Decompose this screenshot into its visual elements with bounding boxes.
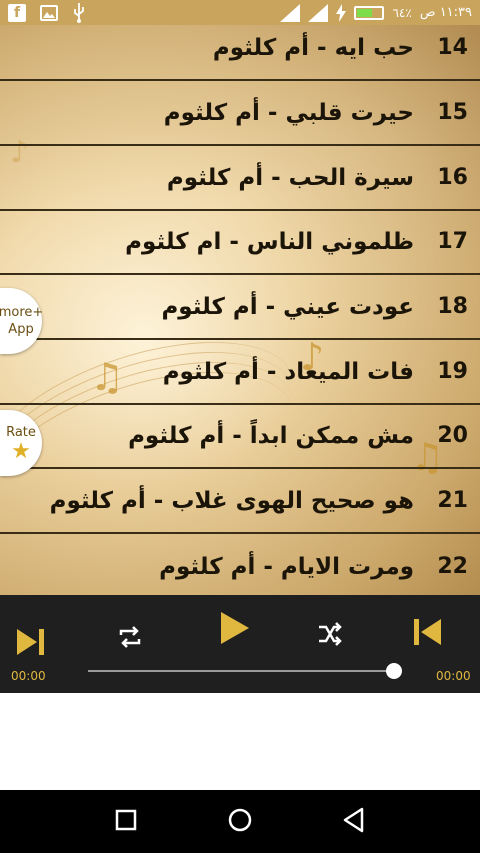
battery-percent: ٦٤٪	[392, 5, 412, 20]
skip-previous-icon	[414, 619, 441, 645]
shuffle-icon	[319, 622, 342, 646]
more-apps-label-line2: App	[8, 322, 34, 337]
song-number: 19	[437, 359, 468, 384]
skip-previous-button[interactable]	[408, 612, 448, 652]
repeat-icon	[119, 626, 141, 648]
home-button[interactable]	[227, 807, 253, 837]
song-list: ♫ ♪ ♪ ♫ حب ايه - أم كلثوم 14 حيرت قلبي -…	[0, 25, 480, 595]
usb-icon	[72, 2, 86, 23]
home-icon	[228, 808, 252, 831]
play-button[interactable]	[212, 606, 256, 650]
total-time: 00:00	[436, 669, 471, 683]
song-row[interactable]: مش ممكن ابداً - أم كلثوم 20	[0, 404, 480, 469]
clock: ١١:٣٩ ص	[419, 5, 472, 20]
back-icon	[343, 807, 363, 832]
song-row[interactable]: حب ايه - أم كلثوم 14	[0, 25, 480, 81]
song-title: هو صحيح الهوى غلاب - أم كلثوم	[49, 487, 414, 514]
play-icon	[221, 612, 249, 644]
current-time: 00:00	[11, 669, 46, 683]
skip-next-icon	[17, 629, 44, 655]
song-number: 22	[437, 554, 468, 579]
signal-icon	[280, 3, 301, 22]
shuffle-button[interactable]	[313, 617, 347, 651]
rate-label: Rate	[6, 424, 36, 440]
seek-bar[interactable]	[88, 670, 394, 672]
song-number: 17	[437, 229, 468, 254]
status-bar: f ٦٤٪ ١١:٣٩ ص	[0, 0, 480, 25]
song-number: 21	[437, 488, 468, 513]
song-title: مش ممكن ابداً - أم كلثوم	[128, 422, 414, 449]
charging-icon	[336, 3, 347, 22]
song-row[interactable]: ومرت الايام - أم كلثوم 22	[0, 534, 480, 595]
song-title: فات الميعاد - أم كلثوم	[162, 358, 414, 385]
skip-next-button[interactable]	[10, 622, 50, 662]
song-row[interactable]: فات الميعاد - أم كلثوم 19	[0, 340, 480, 405]
song-number: 20	[437, 423, 468, 448]
song-row[interactable]: ظلموني الناس - ام كلثوم 17	[0, 210, 480, 275]
status-right-icons: ٦٤٪ ١١:٣٩ ص	[280, 3, 472, 22]
song-title: حب ايه - أم كلثوم	[212, 34, 414, 61]
song-title: عودت عيني - أم كلثوم	[161, 293, 414, 320]
system-nav-bar	[0, 790, 480, 853]
repeat-button[interactable]	[113, 620, 147, 654]
song-title: سيرة الحب - أم كلثوم	[166, 164, 414, 191]
song-number: 15	[437, 100, 468, 125]
song-title: ومرت الايام - أم كلثوم	[159, 553, 414, 580]
song-row[interactable]: عودت عيني - أم كلثوم 18	[0, 275, 480, 340]
recent-apps-icon	[116, 809, 137, 830]
song-row[interactable]: حيرت قلبي - أم كلثوم 15	[0, 81, 480, 146]
song-title: ظلموني الناس - ام كلثوم	[125, 228, 414, 255]
song-row[interactable]: سيرة الحب - أم كلثوم 16	[0, 146, 480, 211]
song-number: 18	[437, 294, 468, 319]
star-icon: ★	[11, 438, 31, 464]
more-apps-label-line1: more+	[0, 305, 44, 320]
song-number: 14	[437, 35, 468, 60]
seek-thumb[interactable]	[386, 663, 402, 679]
recent-apps-button[interactable]	[114, 808, 138, 836]
song-number: 16	[437, 165, 468, 190]
song-row[interactable]: هو صحيح الهوى غلاب - أم كلثوم 21	[0, 469, 480, 534]
image-icon	[40, 4, 58, 21]
facebook-icon: f	[8, 3, 26, 22]
empty-area	[0, 693, 480, 790]
back-button[interactable]	[342, 807, 366, 837]
song-title: حيرت قلبي - أم كلثوم	[163, 99, 414, 126]
wifi-icon	[308, 3, 329, 22]
battery-icon	[354, 5, 385, 20]
status-left-icons: f	[8, 2, 86, 23]
